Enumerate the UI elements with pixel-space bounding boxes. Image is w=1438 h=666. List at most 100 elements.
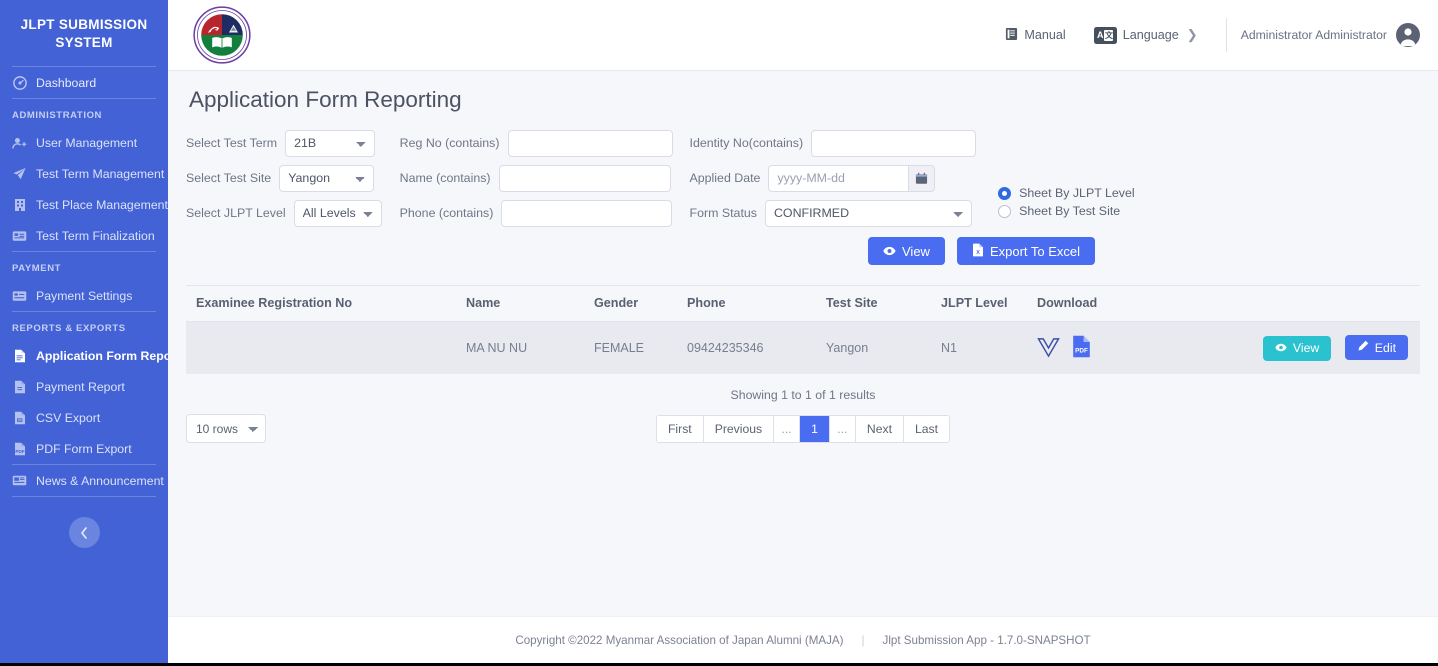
svg-text:X: X [976, 250, 980, 256]
newspaper-icon [12, 473, 27, 488]
row-edit-label: Edit [1374, 340, 1396, 355]
file-icon [12, 379, 27, 394]
sidebar-item-pdf-form-export[interactable]: PDF PDF Form Export [0, 433, 168, 464]
header-divider [1225, 18, 1227, 52]
filter-label: Select Test Site [186, 171, 272, 185]
column-header-actions [1167, 285, 1420, 322]
column-header-gender[interactable]: Gender [584, 285, 677, 322]
radio-sheet-by-test-site[interactable]: Sheet By Test Site [998, 204, 1135, 218]
credit-card-icon [12, 288, 27, 303]
input-phone[interactable] [501, 199, 673, 227]
file-csv-icon [12, 410, 27, 425]
manual-link[interactable]: Manual [991, 27, 1079, 44]
rows-per-page-select[interactable]: 10 rows [186, 414, 266, 443]
sidebar-group-reports-exports: REPORTS & EXPORTS [12, 323, 126, 335]
pagination-area: 10 rows First Previous ... 1 ... Next La… [186, 414, 1420, 443]
filter-test-site: Select Test Site Yangon [186, 164, 382, 192]
sidebar-item-label: Dashboard [36, 75, 97, 90]
sidebar-collapse-button[interactable] [68, 517, 100, 549]
select-test-site[interactable]: Yangon [279, 164, 375, 192]
cell-name: MA NU NU [456, 321, 584, 374]
radio-indicator-selected [998, 186, 1012, 200]
paper-plane-icon [12, 166, 27, 181]
cell-actions: View Edit [1167, 321, 1420, 374]
input-applied-date[interactable] [768, 164, 909, 192]
page-title: Application Form Reporting [189, 87, 462, 112]
sidebar-item-test-place-management[interactable]: Test Place Management [0, 189, 168, 220]
sidebar-item-label: Application Form Report [36, 348, 168, 363]
export-to-excel-button[interactable]: X Export To Excel [956, 237, 1096, 265]
sidebar-item-dashboard[interactable]: Dashboard [0, 67, 168, 98]
svg-text:PDF: PDF [15, 449, 24, 454]
sidebar-item-payment-report[interactable]: Payment Report [0, 371, 168, 402]
building-icon [12, 197, 27, 212]
input-reg-no[interactable] [507, 129, 673, 157]
sidebar-item-news-announcement[interactable]: News & Announcement [0, 465, 168, 496]
filter-column-text: Reg No (contains) Name (contains) Phone … [399, 129, 673, 227]
pagination-controls: First Previous ... 1 ... Next Last [655, 414, 951, 443]
sidebar-item-label: Test Place Management [36, 197, 168, 212]
user-plus-icon [12, 135, 27, 150]
filter-label: Reg No (contains) [399, 136, 500, 150]
page-first-button[interactable]: First [656, 415, 704, 442]
filter-reg-no: Reg No (contains) [399, 129, 673, 157]
sidebar-item-label: User Management [36, 135, 138, 150]
column-header-download[interactable]: Download [1027, 285, 1167, 322]
filter-name: Name (contains) [399, 164, 673, 192]
results-summary: Showing 1 to 1 of 1 results [730, 388, 876, 402]
column-header-registration-no[interactable]: Examinee Registration No [186, 285, 456, 322]
calendar-picker-button[interactable] [908, 164, 936, 192]
top-header-bar: Manual A文 Language ❯ Administrator Admin… [168, 0, 1438, 71]
input-name[interactable] [498, 164, 671, 192]
sidebar-item-label: Payment Report [36, 379, 125, 394]
filter-label: Form Status [689, 206, 757, 220]
view-button[interactable]: View [868, 237, 945, 265]
v-form-icon[interactable] [1037, 336, 1060, 361]
sidebar-item-label: News & Announcement [36, 473, 164, 488]
row-edit-button[interactable]: Edit [1344, 335, 1408, 361]
select-form-status[interactable]: CONFIRMED [764, 199, 972, 227]
column-header-name[interactable]: Name [456, 285, 584, 322]
file-excel-icon: X [972, 243, 984, 260]
export-button-label: Export To Excel [989, 243, 1081, 259]
column-header-jlpt-level[interactable]: JLPT Level [931, 285, 1027, 322]
radio-sheet-by-jlpt-level[interactable]: Sheet By JLPT Level [998, 186, 1135, 200]
select-jlpt-level[interactable]: All Levels [293, 199, 382, 227]
filter-phone: Phone (contains) [400, 199, 673, 227]
eye-icon [883, 244, 896, 259]
language-selector[interactable]: A文 Language ❯ [1080, 26, 1212, 44]
eye-icon [1275, 341, 1287, 355]
sidebar-item-application-form-report[interactable]: Application Form Report [0, 340, 168, 371]
row-view-button[interactable]: View [1262, 335, 1332, 361]
filter-label: Name (contains) [399, 171, 491, 185]
table-header-row: Examinee Registration No Name Gender Pho… [186, 285, 1420, 322]
chevron-right-icon: ❯ [1186, 27, 1198, 42]
sidebar-item-payment-settings[interactable]: Payment Settings [0, 280, 168, 311]
select-test-term[interactable]: 21B [285, 129, 376, 157]
manual-label: Manual [1024, 28, 1066, 42]
page-next-button[interactable]: Next [855, 415, 904, 442]
sidebar-item-test-term-management[interactable]: Test Term Management [0, 158, 168, 189]
sidebar-item-test-term-finalization[interactable]: Test Term Finalization [0, 220, 168, 251]
sidebar-item-label: Test Term Management [36, 166, 165, 181]
radio-label: Sheet By Test Site [1019, 204, 1121, 218]
input-identity-no[interactable] [811, 129, 977, 157]
application-form-table: Examinee Registration No Name Gender Pho… [186, 285, 1420, 374]
user-menu[interactable]: Administrator Administrator [1241, 23, 1420, 47]
page-previous-button[interactable]: Previous [703, 415, 775, 442]
footer-app-version: Jlpt Submission App - 1.7.0-SNAPSHOT [882, 633, 1091, 647]
pencil-icon [1357, 340, 1369, 355]
column-header-test-site[interactable]: Test Site [816, 285, 931, 322]
cell-download: PDF [1027, 321, 1167, 374]
page-number-1[interactable]: 1 [800, 415, 830, 442]
radio-label: Sheet By JLPT Level [1019, 186, 1135, 200]
file-pdf-icon[interactable]: PDF [1072, 335, 1091, 361]
column-header-phone[interactable]: Phone [677, 285, 816, 322]
header-actions: Manual A文 Language ❯ Administrator Admin… [991, 0, 1438, 70]
table-body: MA NU NU FEMALE 09424235346 Yangon N1 PD… [186, 321, 1420, 374]
sidebar-group-payment: PAYMENT [12, 263, 62, 275]
sidebar-item-user-management[interactable]: User Management [0, 127, 168, 158]
sidebar-item-csv-export[interactable]: CSV Export [0, 402, 168, 433]
table-head: Examinee Registration No Name Gender Pho… [186, 285, 1420, 322]
page-last-button[interactable]: Last [903, 415, 950, 442]
